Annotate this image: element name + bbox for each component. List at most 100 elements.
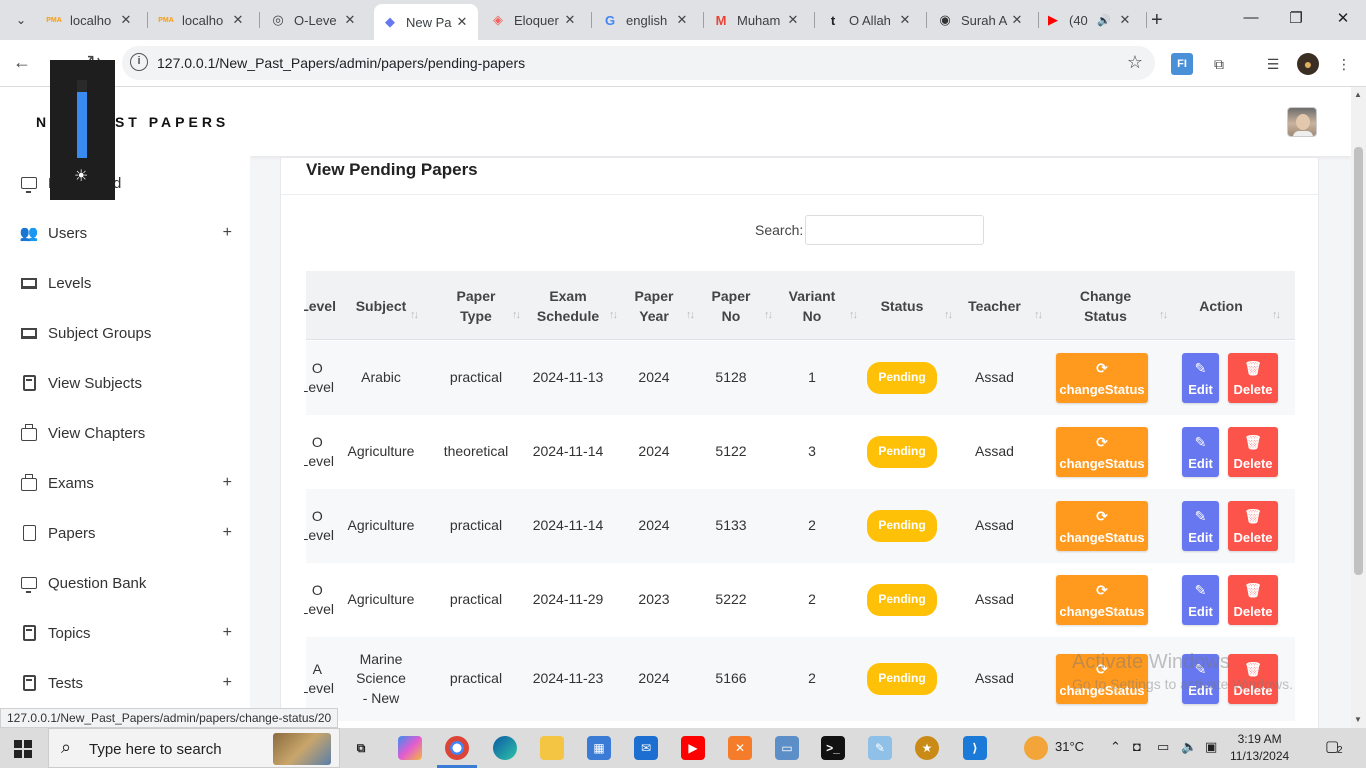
network-icon[interactable]: ▣ xyxy=(1205,739,1217,755)
column-header[interactable]: Paper No xyxy=(694,271,768,340)
back-arrow-icon[interactable]: ← xyxy=(10,52,34,73)
sort-arrows-icon[interactable]: ↑↓ xyxy=(764,309,773,321)
profile-avatar-icon[interactable]: ● xyxy=(1297,53,1319,75)
sort-arrows-icon[interactable]: ↑↓ xyxy=(944,309,953,321)
column-header[interactable]: Teacher xyxy=(951,271,1038,340)
sort-arrows-icon[interactable]: ↑↓ xyxy=(849,309,858,321)
scroll-up-arrow-icon[interactable]: ▲ xyxy=(1354,90,1362,99)
browser-tab[interactable]: t O Allah ✕ xyxy=(817,6,921,34)
address-bar[interactable]: i 127.0.0.1/New_Past_Papers/admin/papers… xyxy=(122,46,1155,80)
new-tab-button[interactable]: + xyxy=(1151,9,1163,31)
brightness-slider[interactable] xyxy=(77,80,87,158)
browser-tab[interactable]: ◆ New Pa ✕ xyxy=(374,4,478,40)
sidebar-item-dashboard[interactable]: Dashboard xyxy=(0,163,250,203)
volume-icon[interactable]: 🔈 xyxy=(1181,739,1197,755)
minimize-icon[interactable]: — xyxy=(1241,9,1261,26)
restore-icon[interactable]: ❐ xyxy=(1286,9,1306,27)
edge-icon[interactable] xyxy=(493,736,517,760)
delete-button[interactable]: 🗑 Delete xyxy=(1228,353,1278,403)
vscode-icon[interactable]: ⟩ xyxy=(963,736,987,760)
tab-close-icon[interactable]: ✕ xyxy=(454,14,470,30)
mail-icon[interactable]: ✉ xyxy=(634,736,658,760)
weather-icon[interactable] xyxy=(1024,736,1048,760)
sidebar-item-exams[interactable]: Exams + xyxy=(0,463,250,503)
expand-plus-icon[interactable]: + xyxy=(223,524,232,542)
tab-close-icon[interactable]: ✕ xyxy=(342,12,358,28)
browser-menu-icon[interactable]: ⋮ xyxy=(1333,53,1355,75)
edit-button[interactable]: ✎ Edit xyxy=(1182,353,1219,403)
browser-tab[interactable]: M Muham ✕ xyxy=(705,6,809,34)
sidebar-item-subject-groups[interactable]: Subject Groups xyxy=(0,313,250,353)
chrome-icon[interactable] xyxy=(445,736,469,760)
sort-arrows-icon[interactable]: ↑↓ xyxy=(512,309,521,321)
sidebar-item-tests[interactable]: Tests + xyxy=(0,663,250,703)
tab-search-chevron-icon[interactable]: ⌄ xyxy=(9,9,33,31)
column-header[interactable]: Paper Year xyxy=(618,271,690,340)
search-input[interactable] xyxy=(805,215,984,245)
scroll-down-arrow-icon[interactable]: ▼ xyxy=(1354,715,1362,724)
media-control-icon[interactable]: ☰ xyxy=(1262,53,1284,75)
bookmark-star-icon[interactable]: ☆ xyxy=(1127,52,1143,73)
column-header[interactable]: Level xyxy=(304,271,336,340)
tab-close-icon[interactable]: ✕ xyxy=(897,12,913,28)
tab-audio-icon[interactable]: 🔊 xyxy=(1097,14,1111,27)
change-status-button[interactable]: ⟳ changeStatus xyxy=(1056,501,1148,551)
tab-close-icon[interactable]: ✕ xyxy=(785,12,801,28)
edit-button[interactable]: ✎ Edit xyxy=(1182,501,1219,551)
youtube-icon[interactable]: ▶ xyxy=(681,736,705,760)
scrollbar-thumb[interactable] xyxy=(1354,147,1363,575)
weather-temperature[interactable]: 31°C xyxy=(1055,739,1084,754)
tray-chevron-icon[interactable]: ⌃ xyxy=(1110,739,1121,755)
sidebar-item-view-chapters[interactable]: View Chapters xyxy=(0,413,250,453)
terminal-icon[interactable]: >_ xyxy=(821,736,845,760)
delete-button[interactable]: 🗑 Delete xyxy=(1228,575,1278,625)
delete-button[interactable]: 🗑 Delete xyxy=(1228,501,1278,551)
task-view-icon[interactable]: ⧉ xyxy=(349,736,373,760)
tab-close-icon[interactable]: ✕ xyxy=(230,12,246,28)
column-header[interactable]: Exam Schedule xyxy=(523,271,613,340)
browser-tab[interactable]: PMA localho ✕ xyxy=(38,6,142,34)
copilot-icon[interactable] xyxy=(398,736,422,760)
browser-tab[interactable]: Genglish ✕ xyxy=(594,6,698,34)
edit-button[interactable]: ✎ Edit xyxy=(1182,575,1219,625)
tab-close-icon[interactable]: ✕ xyxy=(674,12,690,28)
change-status-button[interactable]: ⟳ changeStatus xyxy=(1056,353,1148,403)
file-explorer-icon[interactable] xyxy=(540,736,564,760)
expand-plus-icon[interactable]: + xyxy=(223,624,232,642)
system-clock[interactable]: 3:19 AM 11/13/2024 xyxy=(1230,731,1289,765)
tab-close-icon[interactable]: ✕ xyxy=(118,12,134,28)
windows-start-icon[interactable] xyxy=(14,740,32,758)
sidebar-item-question-bank[interactable]: Question Bank xyxy=(0,563,250,603)
column-header[interactable]: Action xyxy=(1166,271,1276,340)
brightness-overlay[interactable]: ☀ xyxy=(50,60,115,200)
browser-tab[interactable]: ▶ (40 🔊 ✕ xyxy=(1037,6,1141,34)
tab-close-icon[interactable]: ✕ xyxy=(1117,12,1133,28)
sidebar-item-papers[interactable]: Papers + xyxy=(0,513,250,553)
expand-plus-icon[interactable]: + xyxy=(223,224,232,242)
close-window-icon[interactable]: ✕ xyxy=(1333,9,1353,27)
extensions-puzzle-icon[interactable]: ⧉ xyxy=(1208,53,1230,75)
site-info-icon[interactable]: i xyxy=(130,53,148,71)
delete-button[interactable]: 🗑 Delete xyxy=(1228,427,1278,477)
edit-button[interactable]: ✎ Edit xyxy=(1182,427,1219,477)
sort-arrows-icon[interactable]: ↑↓ xyxy=(1272,309,1281,321)
webcam-icon[interactable]: ◘ xyxy=(1133,739,1141,754)
browser-tab[interactable]: PMA localho ✕ xyxy=(150,6,254,34)
expand-plus-icon[interactable]: + xyxy=(223,474,232,492)
column-header[interactable]: Status xyxy=(856,271,948,340)
microsoft-store-icon[interactable]: ▦ xyxy=(587,736,611,760)
sidebar-item-users[interactable]: 👥 Users + xyxy=(0,213,250,253)
change-status-button[interactable]: ⟳ changeStatus xyxy=(1056,575,1148,625)
page-scrollbar[interactable]: ▲ ▼ xyxy=(1351,87,1366,728)
column-header[interactable]: Change Status xyxy=(1048,271,1163,340)
remote-desktop-icon[interactable]: ▭ xyxy=(775,736,799,760)
column-header[interactable]: Subject xyxy=(348,271,414,340)
sort-arrows-icon[interactable]: ↑↓ xyxy=(1034,309,1043,321)
notepad-icon[interactable]: ✎ xyxy=(868,736,892,760)
tab-close-icon[interactable]: ✕ xyxy=(1009,12,1025,28)
sidebar-item-topics[interactable]: Topics + xyxy=(0,613,250,653)
sidebar-item-view-subjects[interactable]: View Subjects xyxy=(0,363,250,403)
app-badge-icon[interactable]: ★ xyxy=(915,736,939,760)
column-header[interactable]: Paper Type xyxy=(436,271,516,340)
sort-arrows-icon[interactable]: ↑↓ xyxy=(410,309,419,321)
